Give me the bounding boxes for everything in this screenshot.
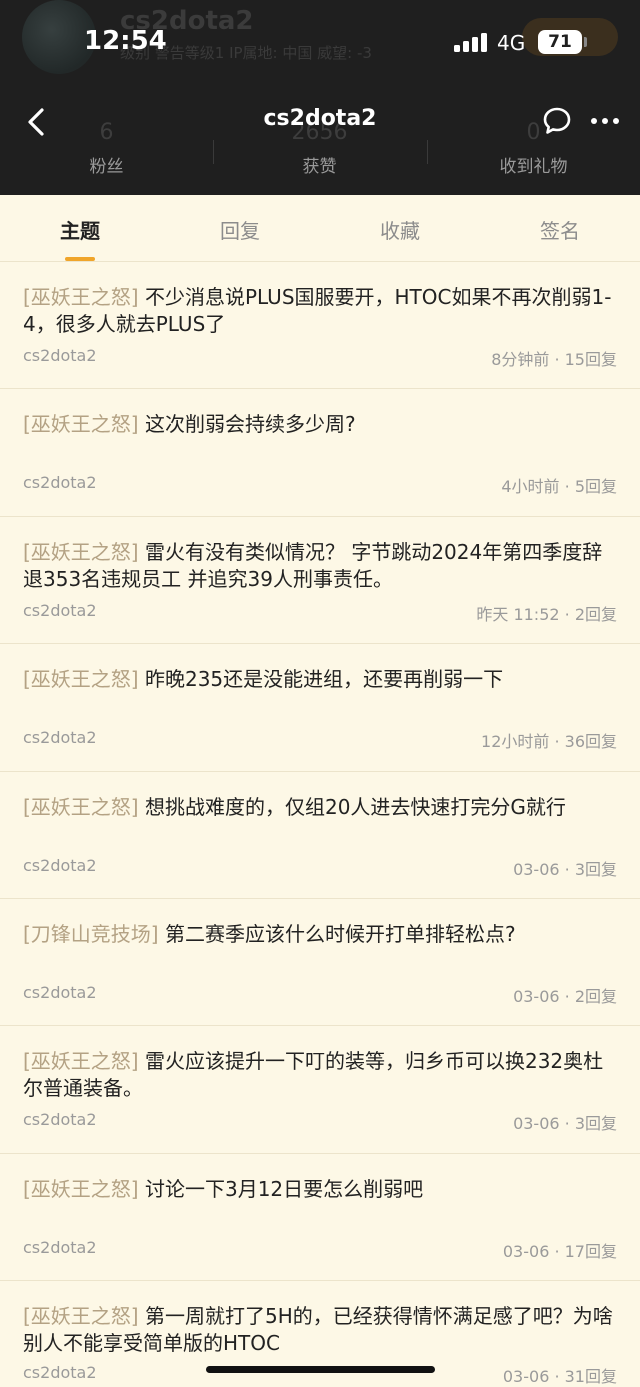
- thread-title: [巫妖王之怒] 第一周就打了5H的，已经获得情怀满足感了吧？为啥别人不能享受简单…: [23, 1303, 619, 1357]
- thread-author: cs2dota2: [23, 600, 97, 620]
- divider: [427, 140, 428, 164]
- thread-meta: 8分钟前 · 15回复: [491, 350, 617, 369]
- tab-signature[interactable]: 签名: [480, 215, 640, 244]
- thread-title-text: 想挑战难度的，仅组20人进去快速打完分G就行: [144, 794, 566, 819]
- thread-author: cs2dota2: [23, 728, 97, 748]
- forum-tag[interactable]: [巫妖王之怒]: [23, 540, 139, 564]
- thread-item[interactable]: [巫妖王之怒] 昨晚235还是没能进组，还要再削弱一下 cs2dota2 12小…: [0, 644, 640, 772]
- tab-replies[interactable]: 回复: [160, 215, 320, 244]
- thread-title: [巫妖王之怒] 雷火有没有类似情况？ 字节跳动2024年第四季度辞退353名违规…: [23, 539, 619, 593]
- divider: [213, 140, 214, 164]
- thread-author: cs2dota2: [23, 1237, 97, 1257]
- thread-meta: 4小时前 · 5回复: [501, 477, 617, 497]
- thread-title: [刀锋山竞技场] 第二赛季应该什么时候开打单排轻松点?: [23, 921, 619, 948]
- thread-meta: 12小时前 · 36回复: [481, 732, 617, 752]
- tab-favorites[interactable]: 收藏: [320, 215, 480, 244]
- battery-icon: 71: [538, 30, 582, 54]
- battery-tip: [584, 37, 587, 47]
- forum-tag[interactable]: [巫妖王之怒]: [23, 667, 139, 691]
- thread-title-text: 昨晚235还是没能进组，还要再削弱一下: [144, 667, 504, 692]
- thread-title: [巫妖王之怒] 雷火应该提升一下叮的装等，归乡币可以换232奥杜尔普通装备。: [23, 1048, 619, 1102]
- thread-item[interactable]: [巫妖王之怒] 讨论一下3月12日要怎么削弱吧 cs2dota2 03-06 ·…: [0, 1154, 640, 1282]
- signal-icon: [454, 32, 488, 52]
- thread-item[interactable]: [刀锋山竞技场] 第二赛季应该什么时候开打单排轻松点? cs2dota2 03-…: [0, 899, 640, 1027]
- thread-title: [巫妖王之怒] 这次削弱会持续多少周?: [23, 411, 619, 438]
- network-type: 4G: [497, 31, 526, 55]
- thread-title: [巫妖王之怒] 昨晚235还是没能进组，还要再削弱一下: [23, 666, 619, 693]
- thread-author: cs2dota2: [23, 346, 97, 365]
- forum-tag[interactable]: [巫妖王之怒]: [23, 285, 139, 309]
- stat-label: 获赞: [302, 157, 337, 177]
- forum-tag[interactable]: [巫妖王之怒]: [23, 1304, 139, 1328]
- thread-title: [巫妖王之怒] 想挑战难度的，仅组20人进去快速打完分G就行: [23, 794, 619, 821]
- forum-tag[interactable]: [巫妖王之怒]: [23, 412, 139, 436]
- forum-tag[interactable]: [巫妖王之怒]: [23, 1177, 139, 1201]
- thread-title: [巫妖王之怒] 讨论一下3月12日要怎么削弱吧: [23, 1176, 619, 1203]
- thread-meta: 03-06 · 3回复: [513, 1114, 617, 1134]
- thread-list: [巫妖王之怒] 不少消息说PLUS国服要开，HTOC如果不再次削弱1-4，很多人…: [0, 262, 640, 1387]
- tab-indicator: [65, 257, 95, 261]
- tab-topics[interactable]: 主题: [0, 215, 160, 244]
- forum-tag[interactable]: [刀锋山竞技场]: [23, 922, 159, 946]
- profile-header: cs2dota2 级别 警告等级1 IP属地: 中国 威望: -3 12:54 …: [0, 0, 640, 195]
- thread-meta: 03-06 · 17回复: [502, 1241, 617, 1261]
- thread-author: cs2dota2: [23, 855, 97, 875]
- thread-item[interactable]: [巫妖王之怒] 雷火有没有类似情况？ 字节跳动2024年第四季度辞退353名违规…: [0, 517, 640, 645]
- thread-meta: 03-06 · 2回复: [513, 986, 617, 1006]
- thread-meta: 03-06 · 31回复: [502, 1367, 617, 1387]
- forum-tag[interactable]: [巫妖王之怒]: [23, 795, 139, 819]
- stat-label: 粉丝: [89, 157, 124, 177]
- thread-title-text: 第二赛季应该什么时候开打单排轻松点?: [164, 921, 516, 946]
- back-icon[interactable]: [24, 106, 52, 138]
- thread-item[interactable]: [巫妖王之怒] 想挑战难度的，仅组20人进去快速打完分G就行 cs2dota2 …: [0, 772, 640, 899]
- stat-label: 收到礼物: [499, 157, 568, 177]
- forum-tag[interactable]: [巫妖王之怒]: [23, 1049, 139, 1073]
- thread-item[interactable]: [巫妖王之怒] 不少消息说PLUS国服要开，HTOC如果不再次削弱1-4，很多人…: [0, 262, 640, 390]
- thread-author: cs2dota2: [23, 473, 97, 493]
- home-indicator[interactable]: [206, 1366, 435, 1373]
- status-time: 12:54: [84, 26, 167, 56]
- comment-icon[interactable]: [542, 106, 572, 136]
- thread-meta: 03-06 · 3回复: [513, 859, 617, 879]
- tab-bar: 主题 回复 收藏 签名: [0, 195, 640, 262]
- thread-author: cs2dota2: [23, 1110, 97, 1130]
- more-icon[interactable]: [590, 112, 620, 130]
- thread-item[interactable]: [巫妖王之怒] 雷火应该提升一下叮的装等，归乡币可以换232奥杜尔普通装备。 c…: [0, 1026, 640, 1154]
- thread-title: [巫妖王之怒] 不少消息说PLUS国服要开，HTOC如果不再次削弱1-4，很多人…: [23, 284, 619, 338]
- thread-author: cs2dota2: [23, 982, 97, 1002]
- thread-item[interactable]: [巫妖王之怒] 这次削弱会持续多少周? cs2dota2 4小时前 · 5回复: [0, 389, 640, 517]
- thread-meta: 昨天 11:52 · 2回复: [476, 604, 617, 624]
- thread-title-text: 讨论一下3月12日要怎么削弱吧: [144, 1176, 424, 1201]
- thread-author: cs2dota2: [23, 1363, 97, 1383]
- thread-title-text: 这次削弱会持续多少周?: [144, 412, 356, 437]
